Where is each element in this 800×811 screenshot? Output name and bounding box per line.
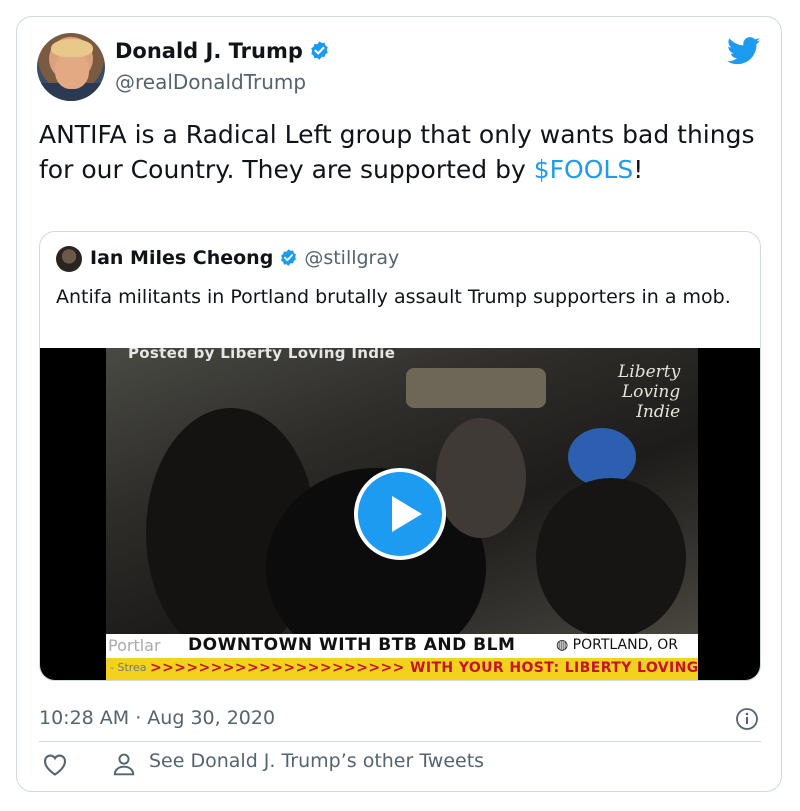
cashtag-link[interactable]: $FOOLS [534, 155, 633, 184]
divider [39, 741, 761, 742]
video-ticker: - Strea >>>>>>>>>>>>>>>>>>>>> WITH YOUR … [106, 658, 698, 680]
lower-third-location-text: PORTLAND, OR [572, 637, 678, 653]
quoted-author-row[interactable]: Ian Miles Cheong @stillgray [90, 247, 399, 272]
tweet-text: ANTIFA is a Radical Left group that only… [39, 117, 759, 187]
background-light [406, 368, 546, 408]
quoted-author-avatar[interactable] [56, 246, 82, 272]
quoted-author-handle[interactable]: @stillgray [304, 247, 399, 269]
author-avatar[interactable] [37, 33, 105, 101]
avatar-hair [51, 39, 93, 57]
video-watermark: Liberty Loving Indie [618, 362, 680, 422]
tweet-text-part2: ! [633, 155, 644, 184]
twitter-bird-icon[interactable] [726, 37, 761, 69]
video-posted-by: Posted by Liberty Loving Indie [128, 348, 396, 362]
author-name[interactable]: Donald J. Trump [115, 39, 303, 63]
quoted-tweet[interactable]: Ian Miles Cheong @stillgray Antifa milit… [39, 231, 761, 681]
watermark-line-1: Liberty [618, 362, 681, 382]
author-handle[interactable]: @realDonaldTrump [115, 70, 306, 94]
tweet-card: Donald J. Trump @realDonaldTrump ANTIFA … [16, 16, 782, 792]
tweet-timestamp[interactable]: 10:28 AM · Aug 30, 2020 [39, 707, 275, 729]
play-icon[interactable] [354, 468, 446, 560]
crowd-figure [436, 418, 526, 538]
quoted-author-name[interactable]: Ian Miles Cheong [90, 247, 273, 269]
ticker-left: - Strea [110, 661, 147, 674]
ticker-text: >>>>>>>>>>>>>>>>>>>>> WITH YOUR HOST: LI… [150, 660, 698, 676]
tweet-text-part1: ANTIFA is a Radical Left group that only… [39, 120, 755, 184]
lower-third-title: DOWNTOWN WITH BTB AND BLM [188, 635, 516, 655]
verified-badge-icon [309, 40, 330, 66]
helmet [568, 428, 636, 486]
heart-icon[interactable] [41, 751, 69, 781]
other-tweets-link[interactable]: See Donald J. Trump’s other Tweets [149, 750, 484, 772]
verified-badge-icon [279, 248, 298, 272]
video-lower-third: Portlar DOWNTOWN WITH BTB AND BLM ◍ PORT… [106, 634, 698, 658]
info-icon[interactable] [735, 707, 759, 735]
lower-third-left: Portlar [108, 636, 161, 655]
video-player[interactable]: Posted by Liberty Loving Indie Liberty L… [40, 348, 760, 680]
quoted-tweet-text: Antifa militants in Portland brutally as… [56, 286, 731, 308]
watermark-line-3: Indie [636, 402, 681, 422]
author-name-row[interactable]: Donald J. Trump [115, 39, 330, 66]
user-icon [111, 751, 137, 781]
watermark-line-2: Loving [621, 382, 681, 402]
globe-icon: ◍ [556, 637, 573, 653]
lower-third-location: ◍ PORTLAND, OR [556, 637, 678, 653]
crowd-figure [536, 478, 686, 638]
